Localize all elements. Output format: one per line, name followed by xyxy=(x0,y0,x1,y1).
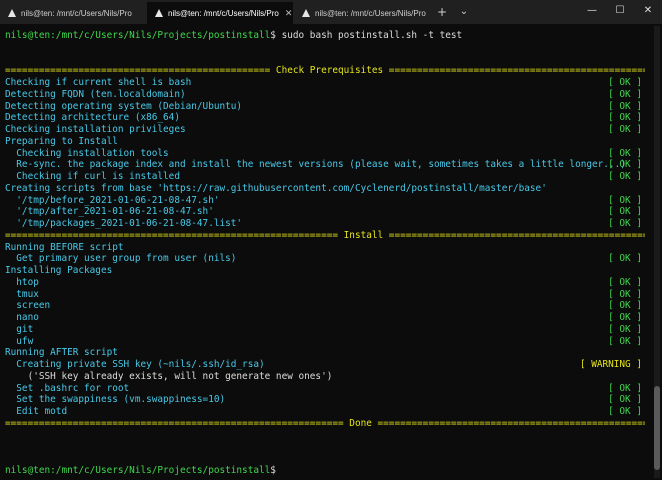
log-line: Installing Packages xyxy=(5,265,113,276)
log-line: '/tmp/after_2021-01-06-21-08-47.sh'[ OK … xyxy=(5,206,642,218)
status-badge: [ OK ] xyxy=(608,171,642,182)
log-line: Edit motd[ OK ] xyxy=(5,406,642,417)
status-badge: [ OK ] xyxy=(608,88,642,100)
status-badge: [ OK ] xyxy=(608,218,642,229)
scrollbar-thumb[interactable] xyxy=(654,386,660,470)
linux-icon xyxy=(155,9,163,17)
prompt-path: :/mnt/c/Users/Nils/Projects/postinstall xyxy=(50,30,271,41)
terminal-output[interactable]: nils@ten:/mnt/c/Users/Nils/Projects/post… xyxy=(5,30,645,477)
log-line: git[ OK ] xyxy=(5,323,642,335)
log-line: Creating scripts from base 'https://raw.… xyxy=(5,182,547,194)
close-icon[interactable]: ✕ xyxy=(285,8,293,19)
log-line: Re-sync. the package index and install t… xyxy=(5,159,642,171)
log-line: Get primary user group from user (nils)[… xyxy=(5,253,642,265)
section-header-prereq: ========================================… xyxy=(5,65,645,77)
minimize-button[interactable]: — xyxy=(578,0,606,22)
status-badge: [ OK ] xyxy=(608,147,642,159)
maximize-button[interactable]: ☐ xyxy=(606,0,634,22)
log-line: Detecting architecture (x86_64)[ OK ] xyxy=(5,112,642,124)
linux-icon xyxy=(8,9,16,17)
status-badge: [ OK ] xyxy=(608,276,642,288)
prompt-line: nils@ten:/mnt/c/Users/Nils/Projects/post… xyxy=(5,465,645,477)
prompt-line: nils@ten:/mnt/c/Users/Nils/Projects/post… xyxy=(5,30,645,42)
status-badge: [ OK ] xyxy=(608,206,642,218)
log-line: htop[ OK ] xyxy=(5,276,642,288)
tab-3[interactable]: nils@ten: /mnt/c/Users/Nils/Pro xyxy=(294,2,430,24)
prompt-path: :/mnt/c/Users/Nils/Projects/postinstall xyxy=(50,464,271,476)
status-badge: [ OK ] xyxy=(608,323,642,335)
log-line: Checking installation privileges[ OK ] xyxy=(5,124,642,135)
status-badge: [ OK ] xyxy=(608,382,642,394)
status-badge: [ OK ] xyxy=(608,394,642,406)
log-line: '/tmp/packages_2021-01-06-21-08-47.list'… xyxy=(5,218,642,229)
log-line: Set .bashrc for root[ OK ] xyxy=(5,382,642,394)
prompt-user: nils@ten xyxy=(5,30,51,41)
new-tab-button[interactable]: + xyxy=(434,2,450,22)
section-header-install: ========================================… xyxy=(5,229,645,241)
log-line: Running AFTER script xyxy=(5,347,118,359)
status-badge: [ OK ] xyxy=(608,112,642,124)
title-bar: nils@ten: /mnt/c/Users/Nils/Pro nils@ten… xyxy=(0,0,662,24)
status-badge: [ OK ] xyxy=(608,312,642,323)
log-line: '/tmp/before_2021-01-06-21-08-47.sh'[ OK… xyxy=(5,194,642,206)
status-badge: [ OK ] xyxy=(608,194,642,206)
status-badge: [ OK ] xyxy=(608,253,642,265)
log-line: Checking if current shell is bash[ OK ] xyxy=(5,77,642,88)
status-badge: [ OK ] xyxy=(608,124,642,135)
log-line: nano[ OK ] xyxy=(5,312,642,323)
status-badge: [ OK ] xyxy=(608,77,642,88)
status-badge: [ OK ] xyxy=(608,159,642,171)
close-button[interactable]: ✕ xyxy=(634,0,662,22)
log-line: ufw[ OK ] xyxy=(5,335,642,347)
status-badge: [ OK ] xyxy=(608,100,642,112)
log-line: tmux[ OK ] xyxy=(5,288,642,300)
status-badge: [ OK ] xyxy=(608,300,642,312)
log-line: screen[ OK ] xyxy=(5,300,642,312)
tab-label: nils@ten: /mnt/c/Users/Nils/Pro xyxy=(168,8,279,18)
linux-icon xyxy=(302,9,310,17)
log-line: Detecting operating system (Debian/Ubunt… xyxy=(5,100,642,112)
log-line: Preparing to Install xyxy=(5,135,118,147)
tab-2[interactable]: nils@ten: /mnt/c/Users/Nils/Pro ✕ xyxy=(147,2,293,24)
dropdown-button[interactable]: ⌄ xyxy=(456,2,472,22)
warning-badge: [ WARNING ] xyxy=(579,359,642,370)
prompt-symbol: $ xyxy=(270,464,276,476)
log-line: ('SSH key already exists, will not gener… xyxy=(5,370,333,382)
log-line: Checking installation tools[ OK ] xyxy=(5,147,642,159)
log-line: Checking if curl is installed[ OK ] xyxy=(5,171,642,182)
prompt-user: nils@ten xyxy=(5,464,51,476)
log-line: Set the swappiness (vm.swappiness=10)[ O… xyxy=(5,394,642,406)
log-line: Creating private SSH key (~nils/.ssh/id_… xyxy=(5,359,642,370)
prompt-command: sudo bash postinstall.sh -t test xyxy=(275,30,463,41)
status-badge: [ OK ] xyxy=(608,288,642,300)
status-badge: [ OK ] xyxy=(608,406,642,417)
section-header-done: ========================================… xyxy=(5,417,645,429)
tab-1[interactable]: nils@ten: /mnt/c/Users/Nils/Pro xyxy=(0,2,146,24)
tab-label: nils@ten: /mnt/c/Users/Nils/Pro xyxy=(21,8,132,18)
status-badge: [ OK ] xyxy=(608,335,642,347)
log-line: Running BEFORE script xyxy=(5,241,124,253)
tab-label: nils@ten: /mnt/c/Users/Nils/Pro xyxy=(315,8,426,18)
log-line: Detecting FQDN (ten.localdomain)[ OK ] xyxy=(5,88,642,100)
